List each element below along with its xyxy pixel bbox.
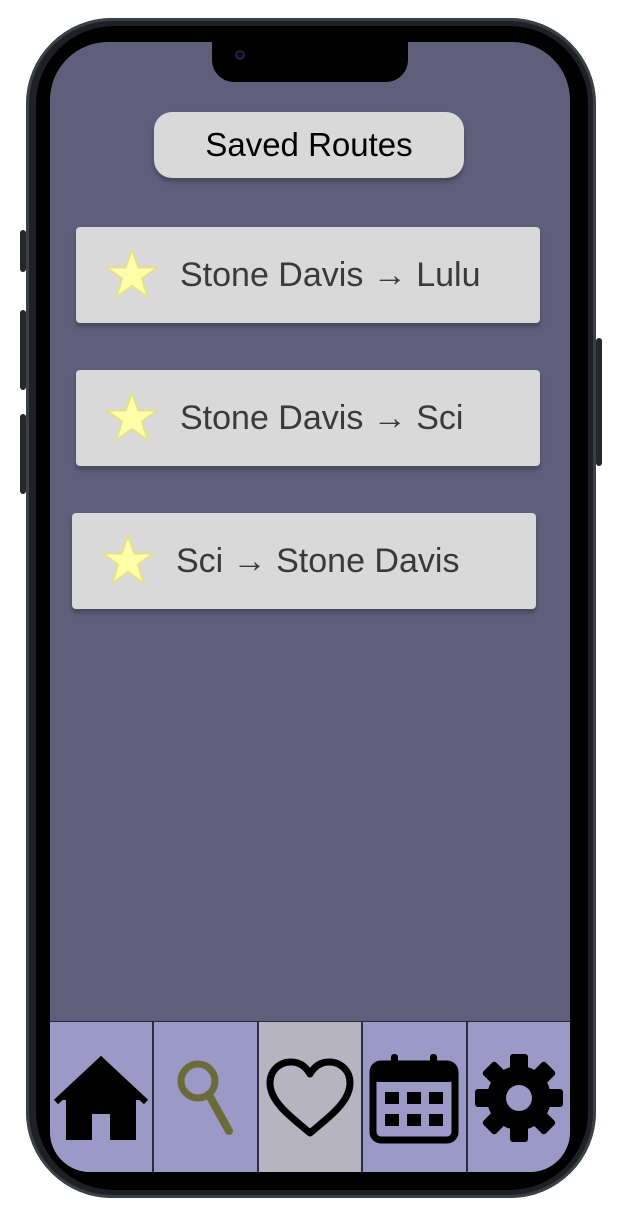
gear-icon xyxy=(474,1053,563,1142)
route-label: Sci → Stone Davis xyxy=(176,541,460,580)
bottom-tab-bar xyxy=(50,1021,570,1172)
star-icon[interactable] xyxy=(100,533,156,589)
page-title: Saved Routes xyxy=(154,112,464,178)
tab-saved[interactable] xyxy=(258,1022,364,1172)
saved-route-item[interactable]: Sci → Stone Davis xyxy=(72,513,536,609)
front-camera-icon xyxy=(235,50,245,60)
star-icon[interactable] xyxy=(104,390,160,446)
tab-search[interactable] xyxy=(154,1022,259,1172)
volume-up-button xyxy=(20,310,26,390)
app-screen: Saved Routes Stone Davis → Lulu Stone Da… xyxy=(50,42,570,1172)
tab-home[interactable] xyxy=(50,1022,155,1172)
calendar-icon xyxy=(369,1053,459,1143)
saved-route-item[interactable]: Stone Davis → Sci xyxy=(76,370,540,466)
tab-settings[interactable] xyxy=(467,1022,570,1172)
notch xyxy=(212,42,408,82)
saved-route-item[interactable]: Stone Davis → Lulu xyxy=(76,227,540,323)
route-label: Stone Davis → Lulu xyxy=(180,255,481,294)
power-button xyxy=(596,338,602,466)
star-icon[interactable] xyxy=(104,247,160,303)
tab-schedule[interactable] xyxy=(363,1022,468,1172)
volume-down-button xyxy=(20,414,26,494)
action-button xyxy=(20,230,26,272)
heart-icon xyxy=(266,1058,354,1136)
search-icon xyxy=(177,1060,233,1135)
route-label: Stone Davis → Sci xyxy=(180,398,464,437)
home-icon xyxy=(54,1055,149,1140)
